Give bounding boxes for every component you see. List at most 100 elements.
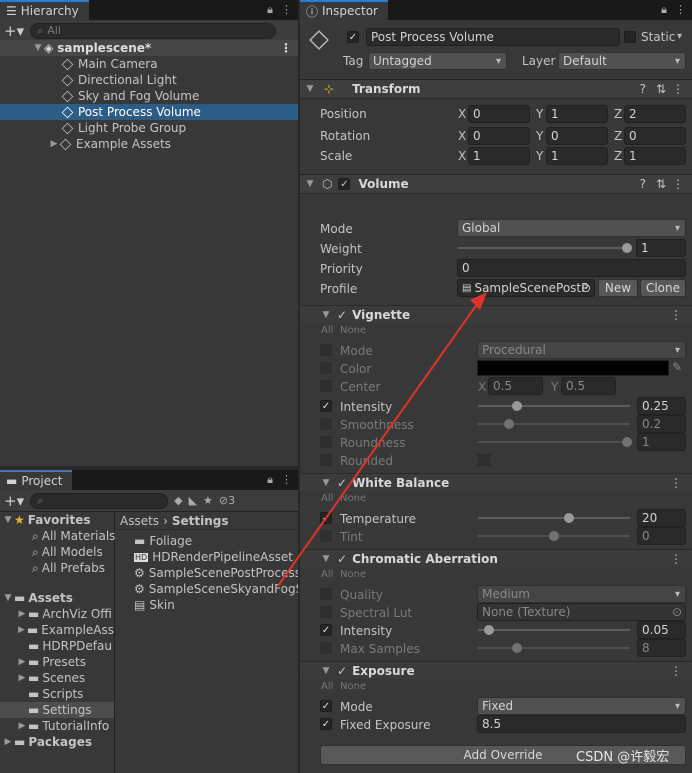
override-checkbox[interactable] [320, 380, 332, 392]
override-checkbox[interactable]: ✓ [320, 400, 332, 412]
vignette-intensity-field[interactable]: 0.25 [637, 397, 686, 415]
file-item[interactable]: ⚙ SampleScenePostProcess [116, 565, 298, 581]
fixed-exposure-field[interactable]: 8.5 [477, 715, 686, 733]
expand-icon[interactable]: ▶ [16, 657, 28, 667]
none-button[interactable]: None [340, 325, 366, 336]
expand-icon[interactable]: ▼ [320, 310, 332, 320]
smoothness-slider[interactable] [478, 419, 630, 429]
hierarchy-item-main-camera[interactable]: Main Camera [0, 56, 298, 72]
max-samples-field[interactable]: 8 [637, 639, 686, 657]
more-icon[interactable]: ⋮ [670, 664, 682, 678]
add-icon[interactable]: +▾ [4, 22, 24, 40]
more-icon[interactable]: ⋮ [670, 476, 682, 490]
all-button[interactable]: All [321, 681, 333, 692]
expand-icon[interactable]: ▼ [2, 593, 14, 603]
breadcrumb-settings[interactable]: Settings [172, 514, 229, 528]
roundness-slider[interactable] [478, 437, 632, 447]
clone-profile-button[interactable]: Clone [640, 279, 686, 297]
more-icon[interactable]: ⋮ [281, 473, 292, 487]
folder-item[interactable]: ▶ ▬ Presets [0, 654, 114, 670]
static-checkbox[interactable] [624, 31, 636, 43]
breadcrumb-assets[interactable]: Assets [120, 514, 159, 528]
override-checkbox[interactable] [320, 454, 332, 466]
none-button[interactable]: None [340, 681, 366, 692]
weight-field[interactable]: 1 [636, 239, 686, 257]
inspector-tab[interactable]: ⓘ Inspector [300, 0, 388, 20]
more-icon[interactable]: ⋮ [675, 3, 686, 17]
lock-icon[interactable]: 🔒︎ [267, 3, 273, 17]
add-icon[interactable]: +▾ [4, 492, 24, 510]
temperature-field[interactable]: 20 [637, 509, 686, 527]
expand-icon[interactable]: ▼ [320, 554, 332, 564]
slider-knob[interactable] [622, 437, 632, 447]
expand-icon[interactable]: ▼ [320, 478, 332, 488]
override-checkbox[interactable]: ✓ [320, 512, 332, 524]
more-icon[interactable]: ⋮ [672, 177, 684, 191]
more-icon[interactable]: ⋮ [670, 552, 682, 566]
expand-icon[interactable]: ▶ [16, 609, 28, 619]
more-icon[interactable]: ⋮ [670, 308, 682, 322]
more-icon[interactable]: ⋮ [672, 82, 684, 96]
override-checkbox[interactable] [320, 344, 332, 356]
expand-icon[interactable]: ▼ [304, 84, 316, 94]
rounded-checkbox[interactable] [478, 454, 490, 466]
object-name-field[interactable]: Post Process Volume [366, 28, 620, 46]
temperature-slider[interactable] [478, 513, 630, 523]
override-checkbox[interactable] [320, 418, 332, 430]
scale-z[interactable]: 1 [624, 147, 686, 165]
expand-icon[interactable]: ▶ [16, 625, 27, 635]
layer-dropdown[interactable]: Default [558, 52, 686, 70]
project-tab[interactable]: ▬ Project [0, 470, 73, 490]
vignette-color-swatch[interactable] [477, 360, 669, 376]
check-icon[interactable]: ✓ [337, 308, 347, 322]
filter-label-icon[interactable]: ◣ [189, 494, 197, 507]
file-item[interactable]: HD HDRenderPipelineAsset [116, 549, 298, 565]
override-checkbox[interactable]: ✓ [320, 718, 332, 730]
folder-item[interactable]: ▶ ▬ ArchViz Offi [0, 606, 114, 622]
override-checkbox[interactable] [320, 530, 332, 542]
expand-icon[interactable]: ▼ [320, 666, 332, 676]
hidden-eye-icon[interactable]: ⊘3 [219, 494, 235, 507]
exposure-header[interactable]: ▼ ✓ Exposure ⋮ [300, 661, 692, 679]
object-picker-icon[interactable]: ⊙ [672, 605, 682, 619]
slider-knob[interactable] [512, 643, 522, 653]
spectral-lut-field[interactable]: None (Texture) ⊙ [477, 603, 686, 621]
presets-icon[interactable]: ⇅ [656, 82, 666, 96]
help-icon[interactable]: ? [640, 82, 646, 96]
new-profile-button[interactable]: New [598, 279, 638, 297]
favorites-row[interactable]: ▼ ★ Favorites [0, 512, 114, 528]
tag-dropdown[interactable]: Untagged [368, 52, 507, 70]
smoothness-field[interactable]: 0.2 [637, 415, 686, 433]
scene-row[interactable]: ▼ ◈ samplescene* ⋮ [0, 40, 298, 56]
scale-y[interactable]: 1 [546, 147, 608, 165]
transform-header[interactable]: ▼ ⊹ Transform ? ⇅ ⋮ [300, 79, 692, 99]
chevron-down-icon[interactable]: ▾ [677, 31, 682, 42]
expand-icon[interactable]: ▶ [2, 737, 14, 747]
expand-icon[interactable]: ▼ [32, 43, 44, 53]
more-icon[interactable]: ⋮ [281, 3, 292, 17]
vignette-mode-dropdown[interactable]: Procedural [477, 341, 686, 359]
vignette-center-x[interactable]: 0.5 [488, 377, 543, 395]
override-checkbox[interactable]: ✓ [320, 624, 332, 636]
slider-knob[interactable] [549, 531, 559, 541]
lock-icon[interactable]: 🔒︎ [267, 473, 273, 487]
slider-knob[interactable] [504, 419, 514, 429]
assets-row[interactable]: ▼ ▬ Assets [0, 590, 114, 606]
weight-slider-knob[interactable] [622, 243, 632, 253]
folder-item[interactable]: ▶ ▬ TutorialInfo [0, 718, 114, 734]
expand-icon[interactable]: ▶ [16, 721, 28, 731]
none-button[interactable]: None [340, 569, 366, 580]
expand-icon[interactable]: ▶ [16, 673, 28, 683]
override-checkbox[interactable] [320, 362, 332, 374]
check-icon[interactable]: ✓ [337, 552, 347, 566]
white-balance-header[interactable]: ▼ ✓ White Balance ⋮ [300, 473, 692, 491]
folder-item[interactable]: ▬ Scripts [0, 686, 114, 702]
folder-item-selected[interactable]: ▬ Settings [0, 702, 114, 718]
file-item[interactable]: ▬ Foliage [116, 533, 298, 549]
presets-icon[interactable]: ⇅ [656, 177, 666, 191]
vignette-center-y[interactable]: 0.5 [561, 377, 616, 395]
hierarchy-item-post-process[interactable]: Post Process Volume [0, 104, 298, 120]
file-item[interactable]: ▤ Skin [116, 597, 298, 613]
active-checkbox[interactable]: ✓ [347, 31, 359, 43]
volume-header[interactable]: ▼ ⬡ ✓ Volume ? ⇅ ⋮ [300, 174, 692, 194]
